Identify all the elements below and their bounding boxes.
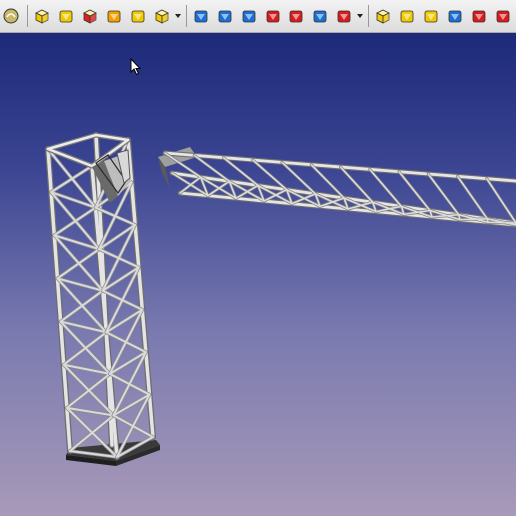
wedge-icon[interactable] [55, 4, 77, 28]
pocket-icon[interactable] [214, 4, 236, 28]
toolbar [0, 0, 516, 33]
groove-icon[interactable] [238, 4, 260, 28]
thickness-icon[interactable] [468, 4, 490, 28]
mouse-cursor-icon [130, 58, 142, 76]
multi-transform-icon[interactable] [396, 4, 418, 28]
mirror-icon[interactable] [309, 4, 331, 28]
boolean-union-icon[interactable] [372, 4, 394, 28]
pad-icon[interactable] [151, 4, 173, 28]
subtract-red-icon[interactable] [262, 4, 284, 28]
polar-pattern-icon[interactable] [444, 4, 466, 28]
shape-blue-icon[interactable] [190, 4, 212, 28]
box-icon[interactable] [31, 4, 53, 28]
toolbar-separator [185, 5, 187, 27]
toolbar-dropdown-arrow[interactable] [357, 4, 364, 28]
linear-pattern-icon[interactable] [420, 4, 442, 28]
3d-viewport[interactable] [0, 33, 516, 516]
truss-model [45, 132, 516, 466]
vertical-truss-tower[interactable] [45, 132, 160, 466]
toolbar-separator [368, 5, 370, 27]
revolve-icon[interactable] [127, 4, 149, 28]
draft-icon[interactable] [492, 4, 514, 28]
toolbar-separator [26, 5, 28, 27]
chamfer-icon[interactable] [103, 4, 125, 28]
fillet-icon[interactable] [285, 4, 307, 28]
cube-red-icon[interactable] [79, 4, 101, 28]
horizontal-truss-beam[interactable] [158, 147, 516, 228]
pattern-icon[interactable] [333, 4, 355, 28]
part-design-icon[interactable] [0, 4, 22, 28]
toolbar-dropdown-arrow[interactable] [174, 4, 181, 28]
